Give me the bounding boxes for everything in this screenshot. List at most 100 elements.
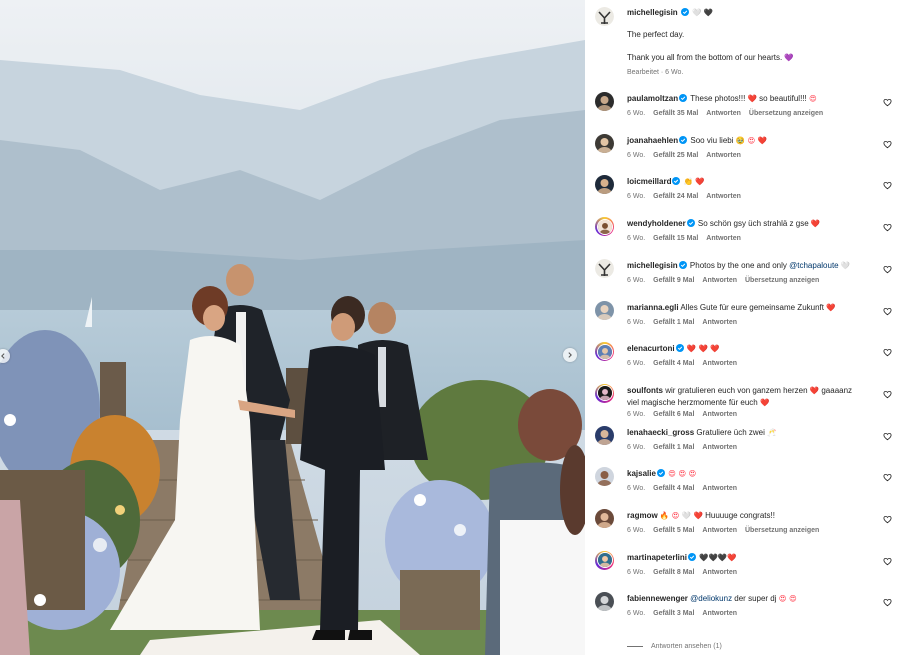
comment-likes-count[interactable]: Gefällt 3 Mal	[653, 610, 694, 617]
like-comment-button[interactable]	[883, 307, 892, 316]
mention-link[interactable]: @deliokunz	[690, 594, 732, 603]
reply-button[interactable]: Antworten	[706, 235, 741, 242]
reply-button[interactable]: Antworten	[706, 110, 741, 117]
commenter-avatar[interactable]	[595, 258, 614, 278]
like-comment-button[interactable]	[883, 432, 892, 441]
commenter-username[interactable]: wendyholdener	[627, 219, 686, 228]
commenter-avatar[interactable]	[595, 592, 614, 612]
comment-text: loicmeillard 👏 ❤️	[627, 176, 878, 188]
like-comment-button[interactable]	[883, 348, 892, 357]
heart-outline-icon	[883, 182, 892, 190]
post-viewer: michellegisin 🤍 🖤 The perfect day. Thank…	[0, 0, 900, 655]
commenter-avatar[interactable]	[595, 217, 614, 237]
heart-outline-icon	[883, 599, 892, 607]
like-comment-button[interactable]	[883, 140, 892, 149]
commenter-avatar[interactable]	[595, 92, 614, 111]
comment-body-line-2: viel magische herzmomente für euch	[627, 397, 758, 407]
commenter-avatar[interactable]	[595, 383, 614, 403]
verified-badge-icon	[686, 219, 695, 228]
comment-body: Soo viu liebi	[690, 135, 734, 145]
reply-button[interactable]: Antworten	[702, 610, 737, 617]
reply-button[interactable]: Antworten	[702, 569, 737, 576]
comment-age: 6 Wo.	[627, 410, 646, 418]
commenter-avatar[interactable]	[595, 509, 614, 528]
like-comment-button[interactable]	[883, 473, 892, 482]
commenter-username[interactable]: lenahaecki_gross	[627, 428, 694, 437]
like-comment-button[interactable]	[883, 557, 892, 566]
heart-outline-icon	[883, 98, 892, 107]
comment-likes-count[interactable]: Gefällt 35 Mal	[653, 110, 698, 117]
mention-link[interactable]: @tchapaloute	[789, 261, 839, 270]
comment-likes-count[interactable]: Gefällt 5 Mal	[653, 527, 694, 534]
commenter-username[interactable]: fabiennewenger	[627, 594, 688, 603]
comment-likes-count[interactable]: Gefällt 4 Mal	[653, 360, 694, 367]
comment-likes-count[interactable]: Gefällt 8 Mal	[653, 569, 694, 576]
like-comment-button[interactable]	[883, 181, 892, 190]
reply-button[interactable]: Antworten	[702, 277, 737, 284]
view-replies-button[interactable]: Antworten ansehen (1)	[627, 643, 722, 650]
show-translation-button[interactable]: Übersetzung anzeigen	[745, 527, 819, 534]
comment-body: Alles Gute für eure gemeinsame Zukunft	[680, 302, 824, 312]
like-comment-button[interactable]	[883, 98, 892, 107]
commenter-username[interactable]: marianna.egli	[627, 303, 679, 312]
verified-badge-icon	[679, 135, 688, 144]
commenter-username[interactable]: martinapeterlini	[627, 553, 687, 562]
commenter-avatar[interactable]	[595, 300, 614, 320]
like-comment-button[interactable]	[883, 515, 892, 524]
reply-button[interactable]: Antworten	[702, 360, 737, 367]
heart-outline-icon	[883, 349, 892, 357]
comment-likes-count[interactable]: Gefällt 6 Mal	[653, 411, 694, 418]
comment-body-continued: so beautiful!!!	[756, 94, 807, 103]
like-comment-button[interactable]	[883, 598, 892, 607]
reply-button[interactable]: Antworten	[702, 319, 737, 326]
comment-likes-count[interactable]: Gefällt 15 Mal	[653, 235, 698, 242]
commenter-avatar[interactable]	[595, 425, 614, 445]
commenter-avatar[interactable]	[595, 133, 614, 153]
author-avatar[interactable]	[595, 7, 614, 26]
comment-emoji: 😍 😍	[778, 594, 797, 604]
commenter-username[interactable]: kajsalie	[627, 469, 656, 478]
reply-button[interactable]: Antworten	[702, 411, 737, 418]
reply-button[interactable]: Antworten	[702, 444, 737, 451]
commenter-avatar[interactable]	[595, 175, 614, 195]
comment-likes-count[interactable]: Gefällt 25 Mal	[653, 152, 698, 159]
commenter-avatar[interactable]	[595, 342, 614, 362]
comment-text: wendyholdener So schön gsy üch strahlä z…	[627, 218, 878, 230]
commenter-username[interactable]: joanahaehlen	[627, 136, 678, 145]
verified-badge-icon	[688, 552, 697, 561]
commenter-username[interactable]: loicmeillard	[627, 177, 671, 186]
verified-badge-icon	[678, 260, 687, 269]
like-comment-button[interactable]	[883, 265, 892, 274]
chevron-left-icon	[1, 353, 5, 359]
commenter-username[interactable]: soulfonts	[627, 386, 663, 395]
reply-button[interactable]: Antworten	[702, 485, 737, 492]
comment-likes-count[interactable]: Gefällt 4 Mal	[653, 485, 694, 492]
commenter-username[interactable]: paulamoltzan	[627, 94, 678, 103]
next-photo-button[interactable]	[563, 348, 577, 362]
comment-meta: 6 Wo. Gefällt 8 Mal Antworten	[627, 568, 745, 578]
comment-emoji-2: ❤️	[759, 397, 770, 407]
reply-button[interactable]: Antworten	[702, 527, 737, 534]
reply-button[interactable]: Antworten	[706, 152, 741, 159]
comment-meta: 6 Wo. Gefällt 5 Mal Antworten Übersetzung a…	[627, 526, 827, 536]
comment-meta: 6 Wo. Gefällt 35 Mal Antworten Übersetzung …	[627, 109, 831, 119]
like-comment-button[interactable]	[883, 223, 892, 232]
comment-likes-count[interactable]: Gefällt 1 Mal	[653, 444, 694, 451]
commenter-username[interactable]: ragmow	[627, 511, 658, 520]
comment-meta: 6 Wo. Gefällt 9 Mal Antworten Übersetzung a…	[627, 276, 827, 286]
comment-likes-count[interactable]: Gefällt 24 Mal	[653, 193, 698, 200]
commenter-avatar[interactable]	[595, 550, 614, 570]
commenter-username[interactable]: elenacurtoni	[627, 344, 675, 353]
heart-outline-icon	[883, 432, 892, 440]
like-comment-button[interactable]	[883, 390, 892, 399]
comment-likes-count[interactable]: Gefällt 9 Mal	[653, 277, 694, 284]
author-username[interactable]: michellegisin	[627, 8, 678, 17]
commenter-username[interactable]: michellegisin	[627, 261, 678, 270]
commenter-avatar[interactable]	[595, 467, 614, 487]
comment-text: kajsalie 😍 😍 😍	[627, 468, 878, 480]
author-emoji: 🤍 🖤	[692, 8, 714, 17]
show-translation-button[interactable]: Übersetzung anzeigen	[745, 277, 819, 284]
reply-button[interactable]: Antworten	[706, 193, 741, 200]
comment-likes-count[interactable]: Gefällt 1 Mal	[653, 319, 694, 326]
show-translation-button[interactable]: Übersetzung anzeigen	[749, 110, 823, 117]
